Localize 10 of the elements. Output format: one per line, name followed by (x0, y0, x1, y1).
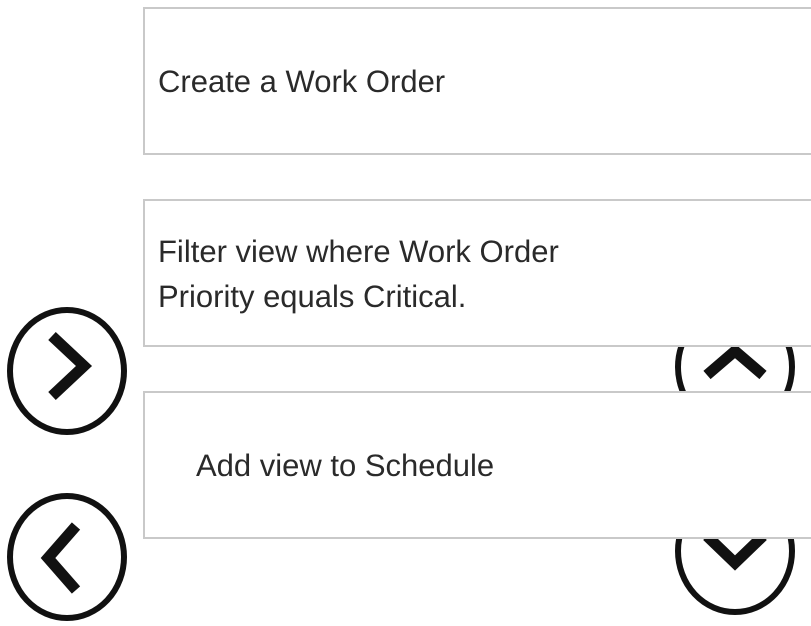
answer-box[interactable]: Create a Work Order (143, 7, 811, 155)
answer-text: Create a Work Order (158, 62, 446, 100)
answer-text: Filter view where Work Order Priority equals Critical. (158, 233, 560, 316)
down-icon[interactable] (673, 539, 797, 615)
up-icon[interactable] (673, 345, 797, 392)
answer-box[interactable]: Filter view where Work Order Priority equals Critical. (143, 199, 811, 347)
next-icon[interactable] (4, 304, 130, 438)
answer-text: Add view to Schedule (196, 446, 494, 484)
answer-box[interactable]: Add view to Schedule (143, 391, 811, 539)
back-icon[interactable] (4, 490, 130, 624)
